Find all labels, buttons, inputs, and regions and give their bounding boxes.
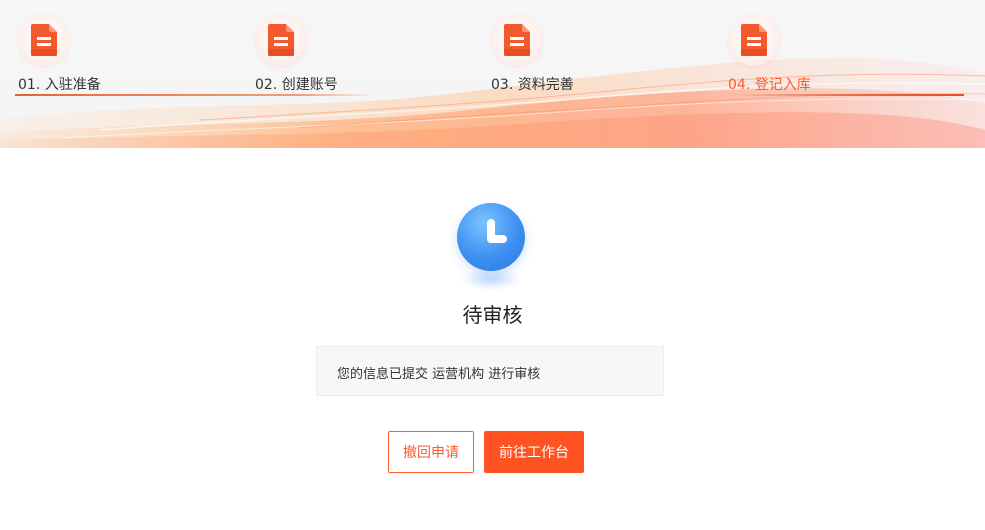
status-message-box: 您的信息已提交 运营机构 进行审核 xyxy=(316,346,664,396)
document-icon xyxy=(504,24,530,56)
step-4: 04. 登记入库 xyxy=(728,14,928,104)
progress-header: 01. 入驻准备 02. 创建账号 03. 资料完善 04. 登记入库 xyxy=(0,0,985,148)
step-1: 01. 入驻准备 xyxy=(18,14,218,104)
step-3: 03. 资料完善 xyxy=(491,14,691,104)
go-to-workbench-button[interactable]: 前往工作台 xyxy=(484,431,584,473)
document-icon xyxy=(31,24,57,56)
status-message: 您的信息已提交 运营机构 进行审核 xyxy=(337,367,541,382)
status-title: 待审核 xyxy=(462,303,523,327)
withdraw-application-button[interactable]: 撤回申请 xyxy=(388,431,474,473)
step-label: 01. 入驻准备 xyxy=(18,77,101,93)
step-2: 02. 创建账号 xyxy=(255,14,455,104)
step-label: 02. 创建账号 xyxy=(255,77,338,93)
clock-icon xyxy=(457,203,525,271)
step-label-active: 04. 登记入库 xyxy=(728,77,811,93)
document-icon xyxy=(268,24,294,56)
document-icon xyxy=(741,24,767,56)
step-label: 03. 资料完善 xyxy=(491,77,574,93)
status-illustration xyxy=(455,200,527,295)
